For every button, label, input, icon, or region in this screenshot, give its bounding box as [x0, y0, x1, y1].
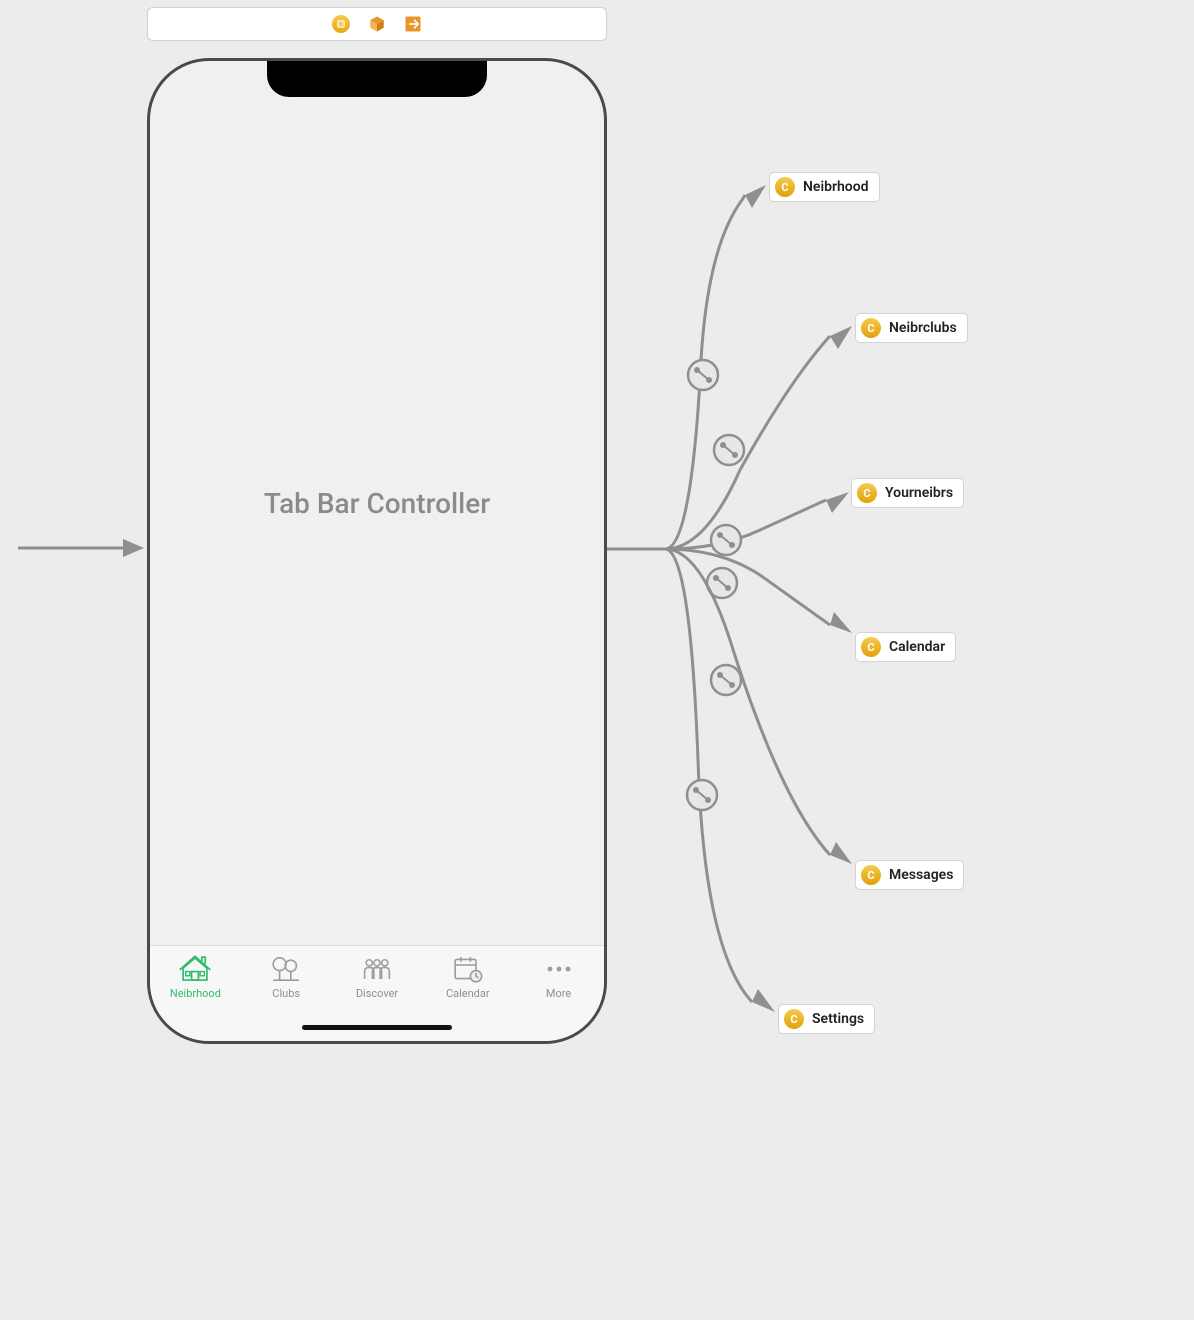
tab-label: Neibrhood: [170, 987, 221, 1000]
tab-label: More: [546, 987, 571, 1000]
controller-title: Tab Bar Controller: [150, 61, 604, 945]
entry-arrow: [18, 536, 144, 560]
people-icon: [360, 954, 394, 984]
phone-frame: Tab Bar Controller Neibrhood: [147, 58, 607, 1044]
destination-neibrclubs[interactable]: Neibrclubs: [855, 313, 968, 343]
controller-icon: [784, 1009, 804, 1029]
calendar-clock-icon: [452, 954, 484, 984]
controller-icon: [775, 177, 795, 197]
scene-toolbar: [147, 7, 607, 41]
controller-icon: [861, 318, 881, 338]
controller-icon: [861, 637, 881, 657]
tab-label: Discover: [356, 987, 398, 1000]
more-dots-icon: [544, 954, 574, 984]
tab-clubs[interactable]: Clubs: [246, 954, 326, 1000]
destination-messages[interactable]: Messages: [855, 860, 964, 890]
destination-settings[interactable]: Settings: [778, 1004, 875, 1034]
tab-neibrhood[interactable]: Neibrhood: [155, 954, 235, 1000]
destination-label: Settings: [812, 1011, 864, 1027]
tab-label: Clubs: [272, 987, 300, 1000]
destination-label: Yourneibrs: [885, 485, 953, 501]
tab-label: Calendar: [446, 987, 490, 1000]
tab-calendar[interactable]: Calendar: [428, 954, 508, 1000]
tab-discover[interactable]: Discover: [337, 954, 417, 1000]
storyboard-icon[interactable]: [332, 15, 350, 33]
tree-group-icon: [270, 954, 302, 984]
controller-icon: [857, 483, 877, 503]
destination-yourneibrs[interactable]: Yourneibrs: [851, 478, 964, 508]
house-icon: [178, 954, 212, 984]
controller-icon: [861, 865, 881, 885]
destination-label: Neibrhood: [803, 179, 869, 195]
destination-label: Messages: [889, 867, 953, 883]
scene-box-icon[interactable]: [368, 15, 386, 33]
exit-icon[interactable]: [404, 15, 422, 33]
destination-label: Neibrclubs: [889, 320, 957, 336]
home-indicator: [302, 1025, 452, 1030]
destination-neibrhood[interactable]: Neibrhood: [769, 172, 880, 202]
destination-label: Calendar: [889, 639, 945, 655]
destination-calendar[interactable]: Calendar: [855, 632, 956, 662]
tab-more[interactable]: More: [519, 954, 599, 1000]
